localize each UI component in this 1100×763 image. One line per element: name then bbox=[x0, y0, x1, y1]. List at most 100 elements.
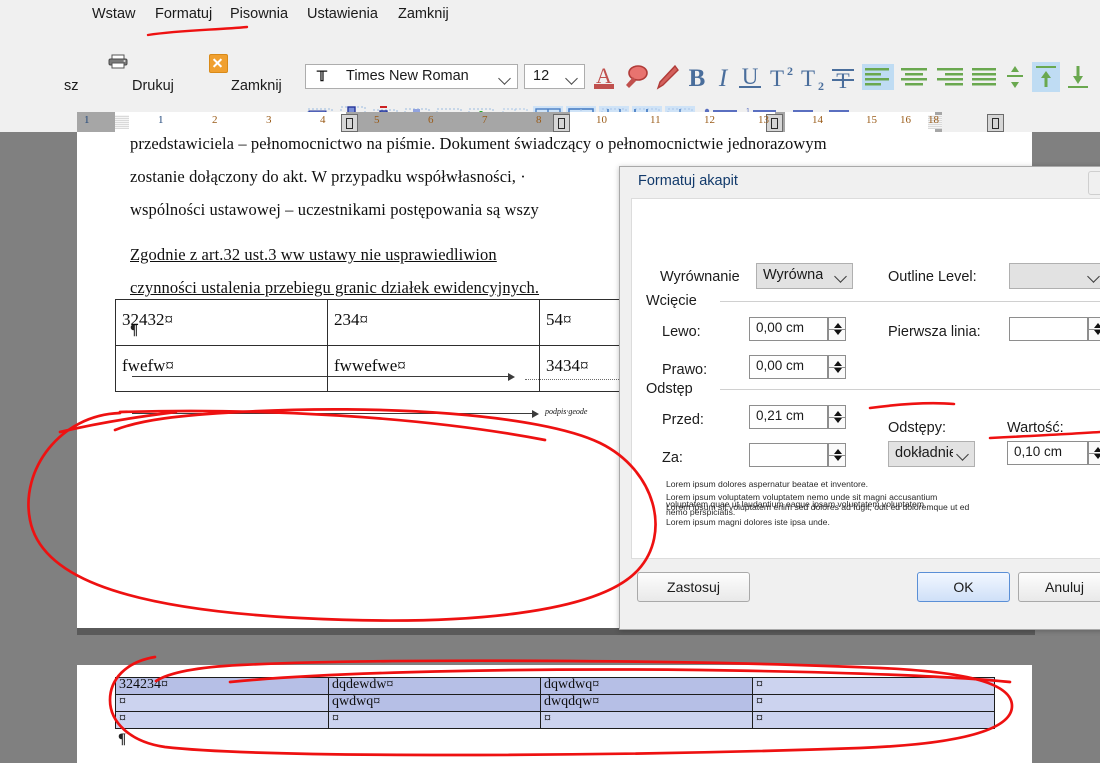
menu-bar: Wstaw Formatuj Pisownia Ustawienia Zamkn… bbox=[0, 0, 1100, 28]
ok-button[interactable]: OK bbox=[917, 572, 1010, 602]
value-label: Wartość: bbox=[1007, 420, 1064, 436]
document-table-2[interactable]: 324234¤ dqdewdw¤ dqwdwq¤ ¤ ¤ qwdwq¤ dwqd… bbox=[115, 677, 995, 729]
tab-stop-marker[interactable] bbox=[553, 114, 570, 132]
chevron-down-icon[interactable] bbox=[498, 72, 511, 85]
ruler-label: 1 bbox=[84, 114, 90, 126]
document-page-2[interactable]: 324234¤ dqdewdw¤ dqwdwq¤ ¤ ¤ qwdwq¤ dwqd… bbox=[77, 665, 1032, 763]
space-after-stepper[interactable] bbox=[828, 443, 846, 467]
subscript-icon[interactable]: T 2 bbox=[797, 62, 827, 92]
line-spacing-value: dokładnie bbox=[895, 445, 953, 461]
spacing-group-label: Odstęp bbox=[646, 381, 693, 397]
line-spacing-icon[interactable] bbox=[1003, 62, 1027, 92]
line-spacing-combobox[interactable]: dokładnie bbox=[888, 441, 975, 467]
table-cell[interactable]: dqwdwq¤ bbox=[540, 677, 752, 694]
highlight-color-icon[interactable] bbox=[622, 62, 650, 92]
font-family-combobox[interactable]: 𝕋 Times New Roman bbox=[305, 64, 518, 89]
table-cell[interactable]: 324234¤ bbox=[116, 677, 328, 694]
arrow-head-icon bbox=[532, 410, 539, 418]
menu-item-pisownia[interactable]: Pisownia bbox=[226, 4, 292, 24]
alignment-combobox[interactable]: Wyrówna bbox=[756, 263, 853, 289]
table-cell[interactable]: ¤ bbox=[752, 677, 994, 694]
table-cell[interactable]: ¤ bbox=[540, 711, 752, 728]
table-row[interactable]: ¤ qwdwq¤ dwqdqw¤ ¤ bbox=[116, 694, 994, 712]
chevron-down-icon[interactable] bbox=[956, 448, 969, 461]
close-icon[interactable] bbox=[209, 54, 228, 73]
italic-icon[interactable]: I bbox=[712, 62, 734, 92]
menu-item-wstaw[interactable]: Wstaw bbox=[88, 4, 140, 24]
table-cell[interactable]: qwdwq¤ bbox=[328, 694, 540, 711]
table-cell[interactable]: ¤ bbox=[752, 694, 994, 711]
table-row[interactable]: 324234¤ dqdewdw¤ dqwdwq¤ ¤ bbox=[116, 677, 994, 695]
spacing-below-icon[interactable] bbox=[1064, 62, 1092, 92]
apply-button[interactable]: Zastosuj bbox=[637, 572, 750, 602]
align-left-icon[interactable] bbox=[862, 64, 894, 90]
horizontal-ruler[interactable]: 1 1 2 3 4 5 6 7 8 10 11 12 13 14 15 16 1… bbox=[0, 112, 1100, 132]
tab-stop-marker[interactable] bbox=[341, 114, 358, 132]
space-after-input[interactable] bbox=[749, 443, 828, 467]
dialog-footer: Zastosuj OK Anuluj bbox=[620, 559, 1100, 629]
left-indent-label: Lewo: bbox=[662, 324, 701, 340]
space-before-stepper[interactable] bbox=[828, 405, 846, 429]
left-indent-stepper[interactable] bbox=[828, 317, 846, 341]
printer-icon bbox=[108, 54, 128, 69]
menu-item-ustawienia[interactable]: Ustawienia bbox=[303, 4, 382, 24]
align-center-icon[interactable] bbox=[898, 64, 930, 90]
table-cell[interactable]: ¤ bbox=[328, 711, 540, 728]
table-cell[interactable]: 32432¤ bbox=[115, 299, 327, 345]
svg-text:U: U bbox=[742, 64, 759, 89]
spacing-above-icon[interactable] bbox=[1032, 62, 1060, 92]
format-paragraph-dialog[interactable]: Formatuj akapit Wyrównanie Wyrówna Outli… bbox=[619, 166, 1100, 630]
right-indent-stepper[interactable] bbox=[828, 355, 846, 379]
cancel-button[interactable]: Anuluj bbox=[1018, 572, 1100, 602]
align-justify-icon[interactable] bbox=[970, 64, 998, 90]
align-right-icon[interactable] bbox=[934, 64, 966, 90]
tab-stop-marker[interactable] bbox=[987, 114, 1004, 132]
dialog-title-bar[interactable]: Formatuj akapit bbox=[620, 167, 1100, 197]
menu-item-formatuj[interactable]: Formatuj bbox=[151, 4, 216, 24]
table-cell[interactable]: dwqdqw¤ bbox=[540, 694, 752, 711]
value-input[interactable]: 0,10 cm bbox=[1007, 441, 1088, 465]
table-cell[interactable]: 234¤ bbox=[327, 299, 539, 345]
ruler-label: 5 bbox=[374, 114, 380, 126]
space-before-input[interactable]: 0,21 cm bbox=[749, 405, 828, 429]
superscript-icon[interactable]: T 2 bbox=[766, 62, 796, 92]
left-indent-input[interactable]: 0,00 cm bbox=[749, 317, 828, 341]
ruler-label: 4 bbox=[320, 114, 326, 126]
chevron-down-icon[interactable] bbox=[1087, 270, 1100, 283]
dialog-title: Formatuj akapit bbox=[638, 173, 738, 189]
table-row[interactable]: ¤ ¤ ¤ ¤ bbox=[116, 711, 994, 728]
preview-line: nemo perspiciatis. bbox=[666, 507, 736, 517]
table-cell[interactable]: ¤ bbox=[752, 711, 994, 728]
ruler-label: 3 bbox=[266, 114, 272, 126]
first-line-input[interactable] bbox=[1009, 317, 1088, 341]
font-family-value: Times New Roman bbox=[346, 68, 469, 84]
print-button-label[interactable]: Drukuj bbox=[132, 72, 174, 100]
bold-icon[interactable]: B bbox=[684, 62, 710, 92]
svg-text:I: I bbox=[718, 65, 729, 92]
menu-item-zamknij[interactable]: Zamknij bbox=[394, 4, 453, 24]
format-paintbrush-icon[interactable] bbox=[654, 62, 680, 92]
table-cell[interactable]: ¤ bbox=[116, 711, 328, 728]
underline-icon[interactable]: U bbox=[736, 62, 764, 92]
value-stepper[interactable] bbox=[1088, 441, 1100, 465]
outline-level-label: Outline Level: bbox=[888, 269, 977, 285]
table-cell[interactable]: fwefw¤ bbox=[115, 345, 327, 391]
font-size-combobox[interactable]: 12 bbox=[524, 64, 585, 89]
chevron-down-icon[interactable] bbox=[565, 72, 578, 85]
first-line-stepper[interactable] bbox=[1088, 317, 1100, 341]
chevron-down-icon[interactable] bbox=[834, 270, 847, 283]
close-button-label[interactable]: Zamknij bbox=[231, 72, 282, 100]
strikethrough-icon[interactable]: T bbox=[829, 62, 857, 92]
right-indent-label: Prawo: bbox=[662, 362, 708, 378]
preview-line: Lorem ipsum dolores aspernatur beatae et… bbox=[666, 479, 869, 489]
indent-marker-left[interactable] bbox=[115, 115, 129, 129]
outline-level-combobox[interactable] bbox=[1009, 263, 1100, 289]
ruler-label: 11 bbox=[650, 114, 661, 126]
table-cell[interactable]: ¤ bbox=[116, 694, 328, 711]
leader-line bbox=[132, 413, 532, 414]
table-cell[interactable]: dqdewdw¤ bbox=[328, 677, 540, 694]
dialog-window-button[interactable] bbox=[1088, 171, 1100, 195]
font-color-icon[interactable]: A bbox=[590, 62, 618, 92]
table-cell[interactable]: fwwefwe¤ bbox=[327, 345, 539, 391]
right-indent-input[interactable]: 0,00 cm bbox=[749, 355, 828, 379]
